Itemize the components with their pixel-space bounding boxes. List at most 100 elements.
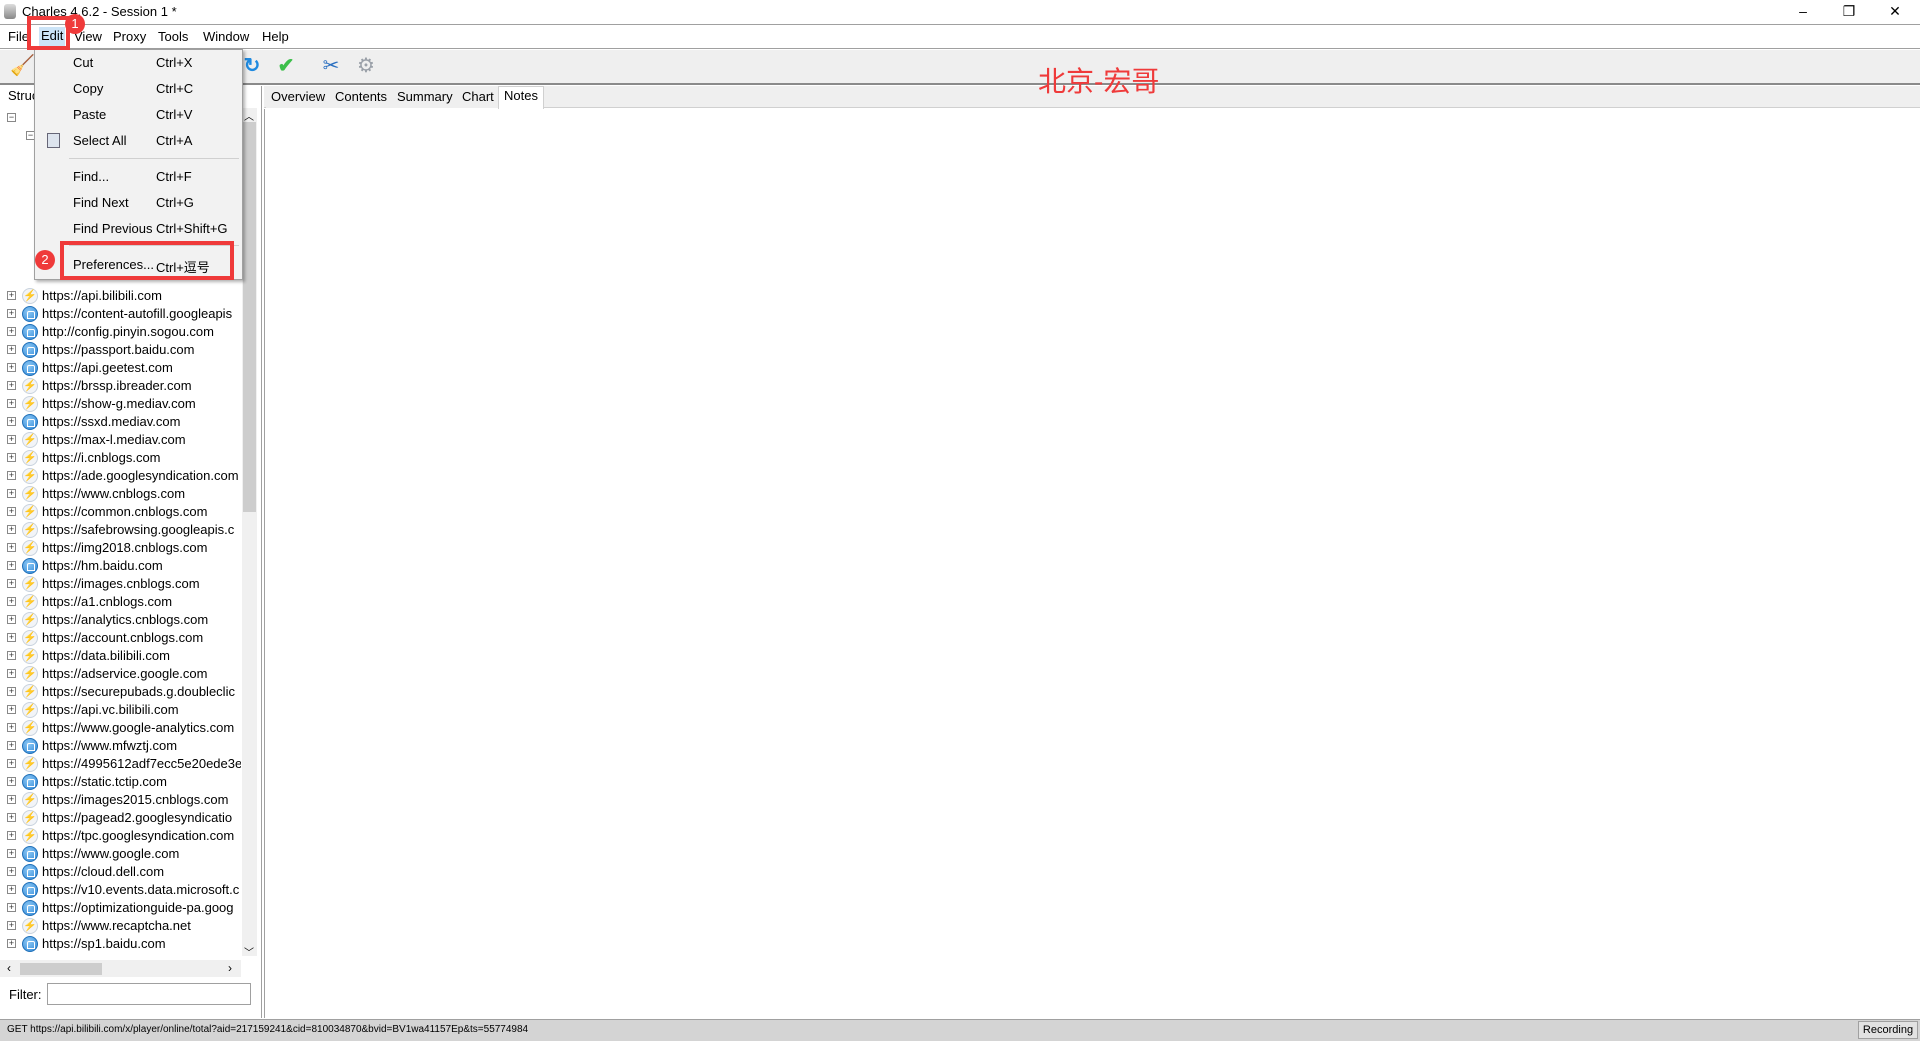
expand-icon[interactable]: + xyxy=(7,597,16,606)
tree-row[interactable]: + https://optimizationguide-pa.goog xyxy=(0,899,241,917)
tree-row[interactable]: + ⚡ https://ade.googlesyndication.com xyxy=(0,467,241,485)
tree-row[interactable]: + https://static.tctip.com xyxy=(0,773,241,791)
expand-icon[interactable]: + xyxy=(7,489,16,498)
tree-row[interactable]: + ⚡ https://img2018.cnblogs.com xyxy=(0,539,241,557)
expand-icon[interactable]: + xyxy=(7,687,16,696)
expand-icon[interactable]: + xyxy=(7,741,16,750)
tree-row[interactable]: + ⚡ https://max-l.mediav.com xyxy=(0,431,241,449)
tree-row[interactable]: + ⚡ https://images2015.cnblogs.com xyxy=(0,791,241,809)
expand-icon[interactable]: + xyxy=(7,813,16,822)
scroll-left-icon[interactable]: ‹ xyxy=(7,961,11,975)
broom-icon[interactable]: 🧹 xyxy=(10,54,35,78)
tree-row[interactable]: + ⚡ https://data.bilibili.com xyxy=(0,647,241,665)
expand-icon[interactable]: + xyxy=(7,543,16,552)
tree-row[interactable]: + ⚡ https://api.bilibili.com xyxy=(0,287,241,305)
tree-row[interactable]: + https://cloud.dell.com xyxy=(0,863,241,881)
tab-overview[interactable]: Overview xyxy=(266,88,332,108)
notes-area[interactable] xyxy=(264,109,1918,1018)
tree-row[interactable]: + ⚡ https://tpc.googlesyndication.com xyxy=(0,827,241,845)
tree-row[interactable]: + ⚡ https://adservice.google.com xyxy=(0,665,241,683)
tree-row[interactable]: + ⚡ https://www.cnblogs.com xyxy=(0,485,241,503)
tree-row[interactable]: + https://www.mfwztj.com xyxy=(0,737,241,755)
expand-icon[interactable]: + xyxy=(7,921,16,930)
scrollbar-thumb[interactable] xyxy=(243,122,256,512)
tree-row[interactable]: + ⚡ https://securepubads.g.doubleclic xyxy=(0,683,241,701)
menu-item-find[interactable]: Find... Ctrl+F xyxy=(35,165,242,189)
check-icon[interactable]: ✔ xyxy=(274,54,298,78)
tree-row[interactable]: + https://hm.baidu.com xyxy=(0,557,241,575)
tree-row[interactable]: + ⚡ https://common.cnblogs.com xyxy=(0,503,241,521)
tree-row[interactable]: + https://v10.events.data.microsoft.c xyxy=(0,881,241,899)
expand-icon[interactable]: + xyxy=(7,435,16,444)
settings-icon[interactable]: ⚙ xyxy=(354,54,378,78)
expand-icon[interactable]: + xyxy=(7,759,16,768)
menu-tools[interactable]: Tools xyxy=(158,29,188,44)
expand-icon[interactable]: + xyxy=(7,831,16,840)
tree-row[interactable]: + http://config.pinyin.sogou.com xyxy=(0,323,241,341)
tree-row[interactable]: + ⚡ https://www.recaptcha.net xyxy=(0,917,241,935)
expand-icon[interactable]: + xyxy=(7,309,16,318)
filter-input[interactable] xyxy=(47,983,251,1005)
menu-file[interactable]: File xyxy=(8,29,29,44)
tools-icon[interactable]: ✂ xyxy=(319,54,343,78)
expand-icon[interactable]: + xyxy=(7,345,16,354)
menu-proxy[interactable]: Proxy xyxy=(113,29,146,44)
expand-icon[interactable]: + xyxy=(7,939,16,948)
expand-icon[interactable]: + xyxy=(7,417,16,426)
expand-icon[interactable]: + xyxy=(7,615,16,624)
menu-help[interactable]: Help xyxy=(262,29,289,44)
expand-icon[interactable]: + xyxy=(7,777,16,786)
tab-chart[interactable]: Chart xyxy=(457,88,500,108)
tab-summary[interactable]: Summary xyxy=(392,88,459,108)
tab-notes[interactable]: Notes xyxy=(498,86,544,109)
menu-item-find-previous[interactable]: Find Previous Ctrl+Shift+G xyxy=(35,217,242,241)
expand-icon[interactable]: + xyxy=(7,651,16,660)
tree-row[interactable]: + ⚡ https://pagead2.googlesyndicatio xyxy=(0,809,241,827)
tree-row[interactable]: + https://www.google.com xyxy=(0,845,241,863)
tree-row[interactable]: + ⚡ https://analytics.cnblogs.com xyxy=(0,611,241,629)
expand-icon[interactable]: + xyxy=(7,903,16,912)
expand-icon[interactable]: + xyxy=(7,453,16,462)
tree-row[interactable]: + ⚡ https://images.cnblogs.com xyxy=(0,575,241,593)
menu-item-copy[interactable]: Copy Ctrl+C xyxy=(35,77,242,101)
tree-row[interactable]: + ⚡ https://account.cnblogs.com xyxy=(0,629,241,647)
tree-row[interactable]: + ⚡ https://www.google-analytics.com xyxy=(0,719,241,737)
expand-icon[interactable]: + xyxy=(7,885,16,894)
scrollbar-thumb[interactable] xyxy=(20,963,102,975)
tree-row[interactable]: + ⚡ https://4995612adf7ecc5e20ede3e xyxy=(0,755,241,773)
expand-icon[interactable]: + xyxy=(7,507,16,516)
expand-icon[interactable]: + xyxy=(7,327,16,336)
tree-row[interactable]: + https://api.geetest.com xyxy=(0,359,241,377)
expand-icon[interactable]: + xyxy=(7,291,16,300)
tree-row[interactable]: + ⚡ https://i.cnblogs.com xyxy=(0,449,241,467)
recording-status[interactable]: Recording xyxy=(1858,1021,1918,1039)
expand-icon[interactable]: + xyxy=(7,723,16,732)
menu-item-cut[interactable]: Cut Ctrl+X xyxy=(35,51,242,75)
tab-contents[interactable]: Contents xyxy=(330,88,394,108)
expand-icon[interactable]: + xyxy=(7,867,16,876)
tree-row[interactable]: + https://ssxd.mediav.com xyxy=(0,413,241,431)
menu-item-find-next[interactable]: Find Next Ctrl+G xyxy=(35,191,242,215)
tree-row[interactable]: + ⚡ https://show-g.mediav.com xyxy=(0,395,241,413)
minimize-button[interactable]: – xyxy=(1780,0,1826,24)
restore-button[interactable]: ❐ xyxy=(1826,0,1872,24)
close-button[interactable]: ✕ xyxy=(1872,0,1918,24)
expand-icon[interactable]: + xyxy=(7,633,16,642)
tree-row[interactable]: + ⚡ https://api.vc.bilibili.com xyxy=(0,701,241,719)
expand-icon[interactable]: + xyxy=(7,849,16,858)
expand-icon[interactable]: + xyxy=(7,399,16,408)
tree-row[interactable]: + https://passport.baidu.com xyxy=(0,341,241,359)
expand-icon[interactable]: + xyxy=(7,795,16,804)
menu-window[interactable]: Window xyxy=(203,29,249,44)
scroll-up-icon[interactable]: ︿ xyxy=(244,108,254,123)
tree-row[interactable]: + ⚡ https://brssp.ibreader.com xyxy=(0,377,241,395)
menu-item-paste[interactable]: Paste Ctrl+V xyxy=(35,103,242,127)
expand-icon[interactable]: + xyxy=(7,363,16,372)
scroll-down-icon[interactable]: ﹀ xyxy=(244,944,254,959)
tree-row[interactable]: + https://content-autofill.googleapis xyxy=(0,305,241,323)
tree-row[interactable]: + https://sp1.baidu.com xyxy=(0,935,241,953)
expand-icon[interactable]: + xyxy=(7,471,16,480)
tree-row[interactable]: + ⚡ https://a1.cnblogs.com xyxy=(0,593,241,611)
expand-icon[interactable]: + xyxy=(7,525,16,534)
expand-icon[interactable]: + xyxy=(7,579,16,588)
